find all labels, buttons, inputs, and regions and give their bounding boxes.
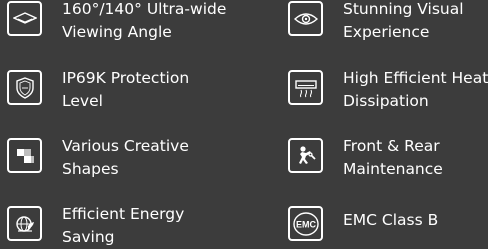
feature-label: IP69K Protection Level bbox=[62, 69, 190, 110]
emc-icon: EMC bbox=[288, 206, 323, 241]
technician-icon bbox=[288, 138, 323, 173]
feature-label: Front & Rear Maintenance bbox=[343, 137, 443, 178]
feature-label: 160°/140° Ultra-wide Viewing Angle bbox=[62, 0, 227, 41]
feature-label: Stunning Visual Experience bbox=[343, 0, 464, 41]
feature-label: High Efficient Heat Dissipation bbox=[343, 69, 488, 110]
shapes-icon bbox=[7, 138, 42, 173]
shield-icon bbox=[7, 70, 42, 105]
svg-text:EMC: EMC bbox=[296, 219, 317, 229]
feature-label: EMC Class B bbox=[343, 211, 439, 229]
heat-vent-icon bbox=[288, 70, 323, 105]
features-grid: 160°/140° Ultra-wide Viewing Angle Stunn… bbox=[0, 0, 488, 249]
feature-label: Various Creative Shapes bbox=[62, 137, 189, 178]
feature-label: Efficient Energy Saving bbox=[62, 205, 185, 246]
eye-icon bbox=[288, 1, 323, 36]
viewing-angle-icon bbox=[7, 1, 42, 36]
globe-leaf-icon bbox=[7, 206, 42, 241]
